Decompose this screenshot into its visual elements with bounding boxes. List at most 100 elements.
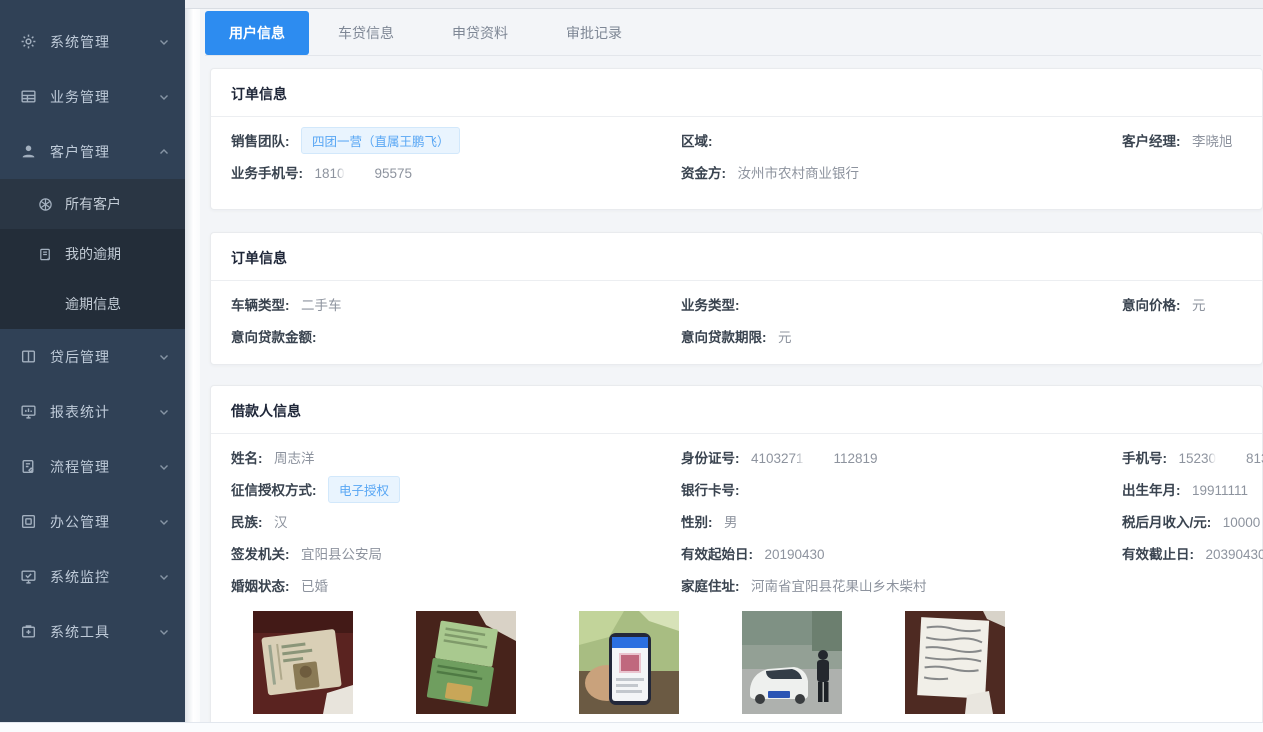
vehicle-type-value: 二手车 xyxy=(301,298,342,313)
intent-price-label: 意向价格: xyxy=(1122,298,1181,313)
handwritten-document-photo-thumbnail[interactable] xyxy=(905,611,1005,714)
tab-loan-application-docs[interactable]: 申贷资料 xyxy=(423,11,537,55)
sidebar-item-label: 流程管理 xyxy=(50,457,159,477)
sidebar-subitem-overdue-info[interactable]: 逾期信息 xyxy=(0,279,185,329)
chevron-up-icon xyxy=(159,147,169,157)
gender-value: 男 xyxy=(724,515,738,530)
home-address-value: 河南省宜阳县花果山乡木柴村 xyxy=(751,579,927,594)
order-info-card-2: 订单信息 车辆类型: 二手车 业务类型: 意向价格: 元 意向贷款金额: xyxy=(210,232,1263,365)
vehicle-registration-photo-thumbnail[interactable] xyxy=(416,611,516,714)
sidebar-item-process-management[interactable]: 流程管理 xyxy=(0,439,185,494)
monitor-check-icon xyxy=(20,568,37,585)
customer-management-submenu: 所有客户 我的逾期 逾期信息 xyxy=(0,179,185,329)
intent-loan-amount-label: 意向贷款金额: xyxy=(231,330,317,345)
gear-icon xyxy=(20,33,37,50)
sidebar-item-report-statistics[interactable]: 报表统计 xyxy=(0,384,185,439)
monitor-icon xyxy=(20,403,37,420)
card-title: 借款人信息 xyxy=(211,386,1262,434)
intent-price-value: 元 xyxy=(1192,298,1206,313)
tab-approval-records[interactable]: 审批记录 xyxy=(537,11,651,55)
chevron-down-icon xyxy=(159,352,169,362)
birth-date-value: 19911111 xyxy=(1192,483,1248,498)
card-title: 订单信息 xyxy=(211,69,1262,117)
redaction-blur xyxy=(804,452,834,465)
vehicle-type-label: 车辆类型: xyxy=(231,298,290,313)
sidebar-item-system-tools[interactable]: 系统工具 xyxy=(0,604,185,659)
book-icon xyxy=(20,348,37,365)
id-number-value: 4103271112819 xyxy=(751,451,878,466)
valid-from-value: 20190430 xyxy=(764,547,824,562)
sidebar-item-system-management[interactable]: 系统管理 xyxy=(0,14,185,69)
monthly-income-value: 10000 xyxy=(1223,515,1261,530)
grid-icon xyxy=(20,88,37,105)
mobile-value: 152308137 xyxy=(1178,451,1263,466)
intent-loan-term-value: 元 xyxy=(778,330,792,345)
sidebar-item-label: 业务管理 xyxy=(50,87,159,107)
funder-value: 汝州市农村商业银行 xyxy=(737,166,859,181)
sidebar-item-postloan-management[interactable]: 贷后管理 xyxy=(0,329,185,384)
sidebar-item-label: 系统工具 xyxy=(50,622,159,642)
sidebar-item-business-management[interactable]: 业务管理 xyxy=(0,69,185,124)
credit-auth-label: 征信授权方式: xyxy=(231,483,317,498)
user-icon xyxy=(20,143,37,160)
chevron-down-icon xyxy=(159,572,169,582)
document-photo-row xyxy=(253,611,1262,714)
issuing-authority-label: 签发机关: xyxy=(231,547,290,562)
sidebar-subitem-all-customers[interactable]: 所有客户 xyxy=(0,179,185,229)
mobile-label: 手机号: xyxy=(1122,451,1167,466)
sidebar-item-label: 系统管理 xyxy=(50,32,159,52)
chevron-down-icon xyxy=(159,37,169,47)
ethnicity-value: 汉 xyxy=(274,515,288,530)
id-card-photo-image xyxy=(253,611,353,714)
sidebar-item-label: 贷后管理 xyxy=(50,347,159,367)
person-with-car-photo-image xyxy=(742,611,842,714)
marital-status-value: 已婚 xyxy=(301,579,328,594)
horizontal-scrollbar-track[interactable] xyxy=(0,722,1263,732)
id-number-label: 身份证号: xyxy=(681,451,740,466)
tab-user-info[interactable]: 用户信息 xyxy=(205,11,309,55)
redaction-blur xyxy=(1216,452,1246,465)
sales-team-label: 销售团队: xyxy=(231,134,290,149)
issuing-authority-value: 宜阳县公安局 xyxy=(301,547,382,562)
sales-team-tag[interactable]: 四团一营（直属王鹏飞） xyxy=(301,127,461,154)
sidebar-subitem-my-overdue[interactable]: 我的逾期 xyxy=(0,229,185,279)
id-card-photo-thumbnail[interactable] xyxy=(253,611,353,714)
redaction-blur xyxy=(345,167,375,180)
sidebar-subitem-label: 所有客户 xyxy=(65,194,121,214)
birth-date-label: 出生年月: xyxy=(1122,483,1181,498)
authorization-screenshot-thumbnail[interactable] xyxy=(579,611,679,714)
gender-label: 性别: xyxy=(681,515,713,530)
sidebar-subitem-label: 我的逾期 xyxy=(65,244,121,264)
handwritten-document-photo-image xyxy=(905,611,1005,714)
chevron-down-icon xyxy=(159,627,169,637)
detail-tab-bar: 用户信息 车贷信息 申贷资料 审批记录 xyxy=(205,11,1261,56)
business-phone-value: 181095575 xyxy=(314,166,412,181)
sidebar-subitem-label: 逾期信息 xyxy=(65,294,121,314)
valid-to-label: 有效截止日: xyxy=(1122,547,1194,562)
credit-auth-tag[interactable]: 电子授权 xyxy=(328,476,400,503)
tab-car-loan-info[interactable]: 车贷信息 xyxy=(309,11,423,55)
account-manager-value: 李晓旭 xyxy=(1192,134,1233,149)
name-value: 周志洋 xyxy=(274,451,315,466)
chevron-down-icon xyxy=(159,462,169,472)
chevron-down-icon xyxy=(159,517,169,527)
sidebar-item-office-management[interactable]: 办公管理 xyxy=(0,494,185,549)
person-with-car-photo-thumbnail[interactable] xyxy=(742,611,842,714)
authorization-screenshot-image xyxy=(579,611,679,714)
vehicle-registration-photo-image xyxy=(416,611,516,714)
account-manager-label: 客户经理: xyxy=(1122,134,1181,149)
sidebar: 系统管理 业务管理 客户管理 所有客户 我的逾期 逾期信息 xyxy=(0,0,185,732)
region-label: 区域: xyxy=(681,134,713,149)
sidebar-item-customer-management[interactable]: 客户管理 xyxy=(0,124,185,179)
card-title: 订单信息 xyxy=(211,233,1262,281)
borrower-info-card: 借款人信息 姓名: 周志洋 身份证号: 4103271112819 手机号: 1… xyxy=(210,385,1263,732)
customers-icon xyxy=(38,197,53,212)
chevron-down-icon xyxy=(159,92,169,102)
intent-loan-term-label: 意向贷款期限: xyxy=(681,330,767,345)
marital-status-label: 婚姻状态: xyxy=(231,579,290,594)
sidebar-item-label: 报表统计 xyxy=(50,402,159,422)
business-type-label: 业务类型: xyxy=(681,298,740,313)
bank-card-label: 银行卡号: xyxy=(681,483,740,498)
sidebar-item-system-monitor[interactable]: 系统监控 xyxy=(0,549,185,604)
app-window: 系统管理 业务管理 客户管理 所有客户 我的逾期 逾期信息 xyxy=(0,0,1263,732)
